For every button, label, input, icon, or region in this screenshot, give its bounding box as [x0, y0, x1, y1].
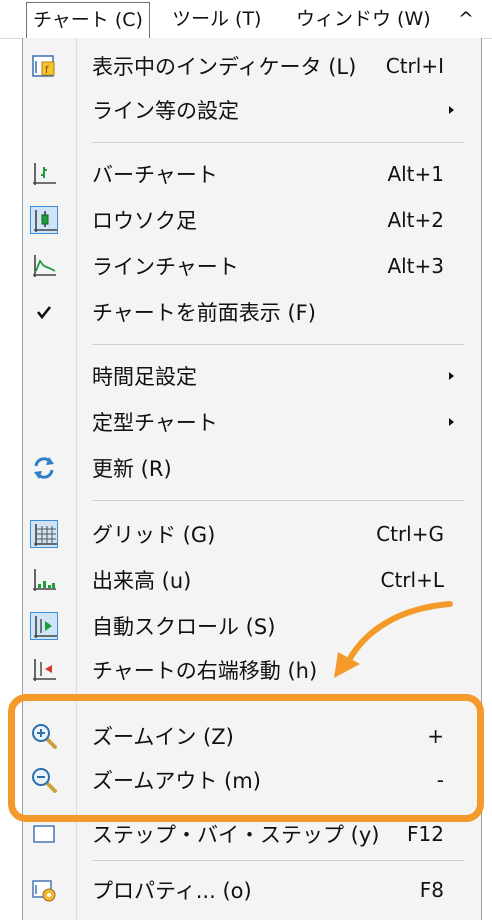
menu-item-label: 更新 (R) — [92, 457, 172, 481]
menu-chart[interactable]: チャート (C) — [26, 2, 150, 39]
volume-icon — [30, 566, 58, 594]
shortcut-label: Alt+3 — [387, 254, 444, 278]
grid-icon — [30, 520, 58, 548]
menu-item-template[interactable]: 定型チャート — [22, 400, 480, 444]
submenu-arrow-icon — [449, 418, 454, 426]
shortcut-label: Ctrl+I — [385, 54, 444, 78]
menu-item-grid[interactable]: グリッド (G) Ctrl+G — [22, 512, 480, 556]
menu-separator — [92, 344, 464, 345]
menu-item-label: 自動スクロール (S) — [92, 615, 276, 639]
menu-item-timeframe[interactable]: 時間足設定 — [22, 354, 480, 398]
menu-item-line-chart[interactable]: ラインチャート Alt+3 — [22, 244, 480, 288]
menu-item-label: チャートの右端移動 (h) — [92, 659, 318, 683]
refresh-icon — [30, 454, 58, 482]
line-chart-icon — [30, 252, 58, 280]
menu-item-label: 定型チャート — [92, 411, 218, 435]
menu-item-refresh[interactable]: 更新 (R) — [22, 446, 480, 490]
callout-arrow-icon — [334, 601, 453, 678]
menu-window[interactable]: ウィンドウ (W) — [290, 2, 437, 36]
menu-item-indicators[interactable]: f 表示中のインディケータ (L) Ctrl+I — [22, 44, 480, 88]
menu-item-label: ステップ・バイ・ステップ (y) — [92, 823, 380, 847]
menu-item-label: ライン等の設定 — [92, 99, 239, 123]
shortcut-label: F8 — [419, 878, 444, 902]
shortcut-label: Alt+1 — [387, 162, 444, 186]
menu-tools[interactable]: ツール (T) — [166, 2, 267, 36]
menu-item-label: バーチャート — [92, 163, 218, 187]
candlestick-icon — [30, 206, 58, 234]
menu-item-label: チャートを前面表示 (F) — [92, 301, 316, 325]
menu-item-line-settings[interactable]: ライン等の設定 — [22, 88, 480, 132]
menu-bar: チャート (C) ツール (T) ウィンドウ (W) ^ — [0, 0, 492, 39]
menu-separator — [92, 500, 464, 501]
submenu-arrow-icon — [449, 106, 454, 114]
menu-separator — [92, 142, 464, 143]
chart-shift-icon — [30, 656, 58, 684]
zoom-highlight-box — [8, 694, 484, 822]
indicator-list-icon: f — [30, 52, 58, 80]
shortcut-label: Ctrl+G — [376, 522, 444, 546]
svg-text:f: f — [45, 65, 49, 76]
shortcut-label: Ctrl+L — [380, 568, 445, 592]
autoscroll-icon — [30, 612, 58, 640]
menu-item-candlestick[interactable]: ロウソク足 Alt+2 — [22, 198, 480, 242]
menu-item-label: 時間足設定 — [92, 365, 197, 389]
menu-item-chart-foreground[interactable]: チャートを前面表示 (F) — [22, 290, 480, 334]
menu-separator — [92, 860, 464, 861]
shortcut-label: Alt+2 — [387, 208, 444, 232]
menu-item-volume[interactable]: 出来高 (u) Ctrl+L — [22, 558, 480, 602]
menu-item-bar-chart[interactable]: バーチャート Alt+1 — [22, 152, 480, 196]
menu-item-label: ラインチャート — [92, 255, 239, 279]
menu-item-properties[interactable]: プロパティ... (o) F8 — [22, 868, 480, 912]
step-icon — [30, 820, 58, 848]
shortcut-label: F12 — [407, 822, 444, 846]
menu-item-label: グリッド (G) — [92, 523, 216, 547]
menu-more[interactable]: ^ — [452, 2, 480, 36]
menu-item-label: 表示中のインディケータ (L) — [92, 55, 357, 79]
menu-item-label: プロパティ... (o) — [92, 879, 252, 903]
checkmark-icon — [30, 298, 58, 326]
menu-item-label: 出来高 (u) — [92, 569, 192, 593]
bar-chart-icon — [30, 160, 58, 188]
menu-item-label: ロウソク足 — [92, 209, 197, 233]
submenu-arrow-icon — [449, 372, 454, 380]
properties-icon — [30, 876, 58, 904]
